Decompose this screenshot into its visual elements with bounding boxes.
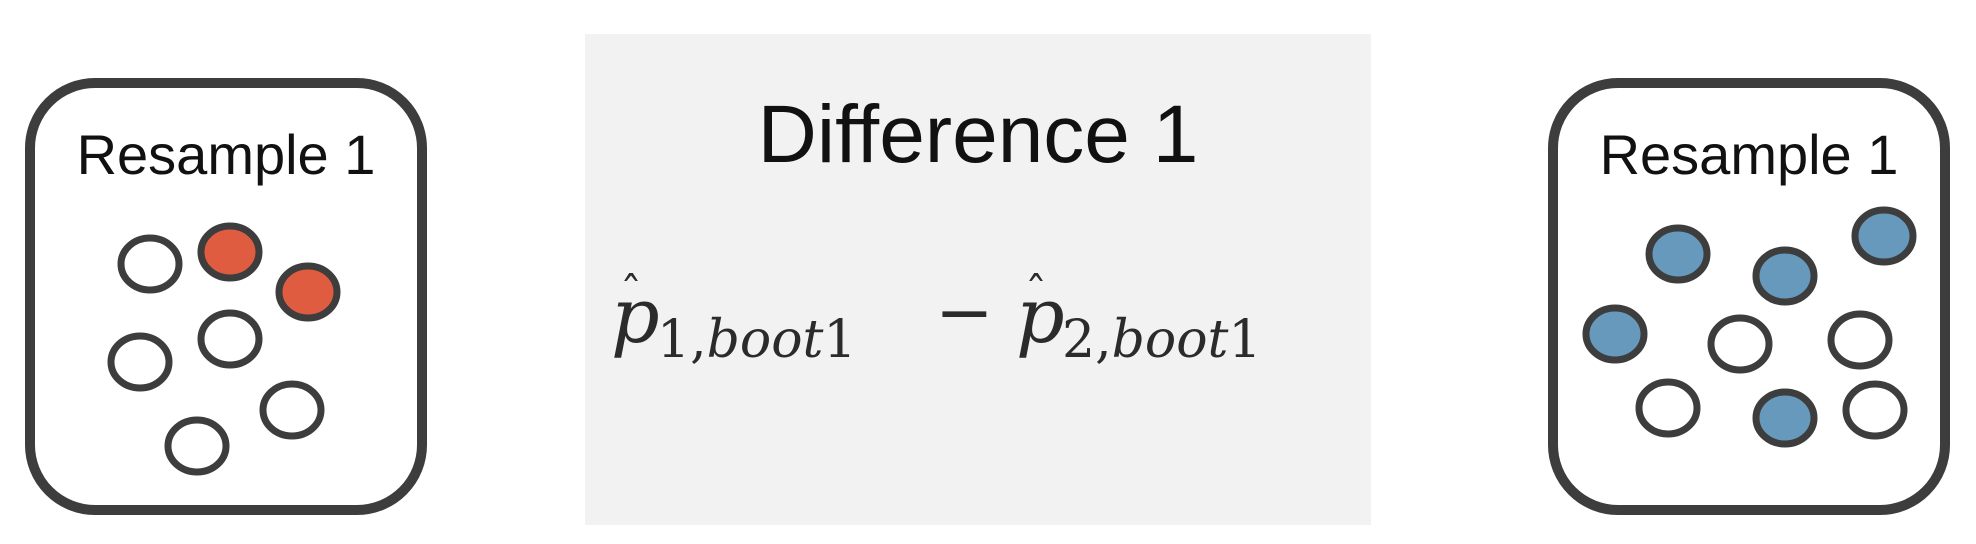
resample-card-left: Resample 1 — [25, 78, 427, 515]
p-hat-1-subscript: 1,boot1 — [657, 310, 857, 370]
subscript-group-1: 1, — [657, 310, 707, 370]
sample-dot — [117, 234, 183, 294]
sample-dot — [107, 332, 173, 392]
subscript-boot-2: boot — [1112, 310, 1229, 370]
p-hat-1-symbol: p — [611, 271, 660, 360]
resample-card-right: Resample 1 — [1548, 78, 1950, 515]
difference-title: Difference 1 — [757, 89, 1199, 180]
sample-dot — [1645, 224, 1711, 284]
subscript-boot-1: boot — [707, 310, 824, 370]
p-hat-2-symbol: p — [1016, 271, 1065, 360]
dot-cluster-left — [107, 222, 341, 476]
subscript-resample-2: 1 — [1228, 310, 1261, 370]
sample-dot — [1582, 304, 1648, 364]
p-hat-2-subscript: 2,boot1 — [1062, 310, 1262, 370]
sample-dot — [1707, 314, 1773, 374]
difference-panel: Difference 1 ˆ p 1,boot1 − ˆ p 2,boot1 — [585, 34, 1371, 525]
sample-dot — [164, 416, 230, 476]
subscript-resample-1: 1 — [823, 310, 856, 370]
dot-cluster-right — [1582, 206, 1917, 448]
minus-operator: − — [935, 271, 994, 353]
sample-dot — [197, 309, 263, 369]
sample-dot — [259, 380, 325, 440]
sample-dot — [1635, 378, 1701, 438]
sample-dot — [1752, 246, 1818, 306]
sample-dot — [197, 222, 263, 282]
sample-dot — [1842, 380, 1908, 440]
difference-formula: ˆ p 1,boot1 − ˆ p 2,boot1 — [611, 268, 1262, 370]
sample-dot — [1851, 206, 1917, 266]
sample-dot — [1752, 388, 1818, 448]
sample-dot — [1827, 310, 1893, 370]
subscript-group-2: 2, — [1062, 310, 1112, 370]
sample-dot — [275, 262, 341, 322]
